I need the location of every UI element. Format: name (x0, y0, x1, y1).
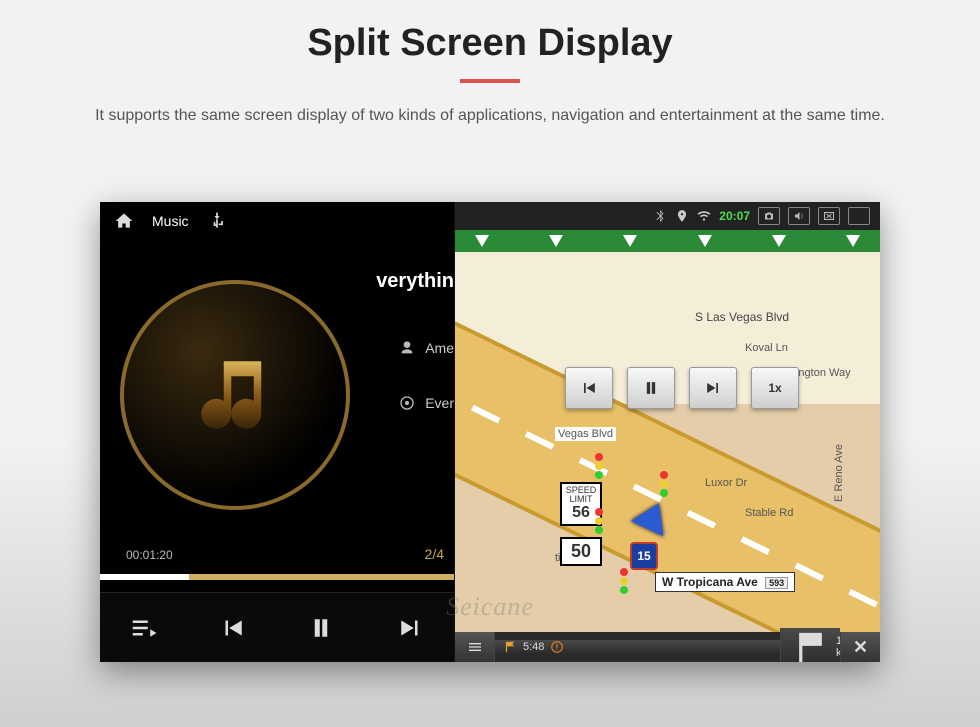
player-body: verythin Ame Ever 2/4 00:01:20 (100, 240, 454, 592)
disc-icon (399, 395, 415, 411)
next-button[interactable] (391, 609, 429, 647)
time-elapsed: 00:01:20 (126, 548, 173, 562)
current-speed-value: 50 (562, 541, 600, 562)
lane-arrow-icon (772, 235, 786, 247)
street-label: Stable Rd (745, 507, 793, 519)
exit-number: 593 (765, 577, 788, 589)
split-screen-button[interactable] (848, 207, 870, 225)
home-icon[interactable] (114, 211, 134, 231)
nav-bottom-bar: 5:48 1.1 km ✕ (455, 632, 880, 662)
screenshot-button[interactable] (758, 207, 780, 225)
traffic-light-icon (595, 452, 605, 480)
page-subtitle: It supports the same screen display of t… (60, 105, 920, 127)
album-label: Ever (425, 395, 454, 411)
clock-label: 20:07 (719, 209, 750, 223)
music-pane: Music verythin Ame Ever 2/4 00:01: (100, 202, 455, 662)
lane-arrow-icon (846, 235, 860, 247)
nav-eta: 5:48 (495, 640, 780, 654)
track-index: 2/4 (425, 546, 444, 562)
usb-icon (207, 211, 227, 231)
device-frame: Music verythin Ame Ever 2/4 00:01: (100, 202, 880, 662)
lane-guidance-bar (455, 230, 880, 252)
street-label: Vegas Blvd (555, 427, 616, 441)
map-canvas[interactable]: S Las Vegas Blvd Koval Ln Duke Ellington… (455, 252, 880, 632)
navigation-pane: 20:07 300 m 650 m (455, 202, 880, 662)
flag-icon (503, 640, 517, 654)
player-controls (100, 592, 454, 662)
track-title: verythin (376, 270, 454, 293)
music-note-icon (190, 350, 280, 440)
street-label: S Las Vegas Blvd (695, 310, 789, 324)
sim-next-button[interactable] (689, 367, 737, 409)
current-speed-sign: 50 (560, 537, 602, 566)
traffic-light-icon (620, 567, 630, 595)
playlist-button[interactable] (125, 609, 163, 647)
volume-button[interactable] (788, 207, 810, 225)
bluetooth-icon (653, 209, 667, 223)
progress-bar[interactable] (100, 574, 454, 580)
street-label-current: W Tropicana Ave 593 (655, 572, 795, 592)
lane-arrow-icon (698, 235, 712, 247)
location-icon (675, 209, 689, 223)
album-row: Ever (399, 395, 454, 411)
title-underline (460, 79, 520, 83)
street-label: E Reno Ave (833, 444, 845, 502)
nav-status-bar: 20:07 (455, 202, 880, 230)
street-label: Koval Ln (745, 342, 788, 354)
street-label: Luxor Dr (705, 477, 747, 489)
wifi-icon (697, 209, 711, 223)
nav-remaining-distance: 1.1 km (780, 628, 840, 663)
previous-button[interactable] (214, 609, 252, 647)
music-status-bar: Music (100, 202, 454, 240)
artist-row: Ame (399, 340, 454, 356)
person-icon (399, 340, 415, 356)
alert-icon (550, 640, 564, 654)
sim-pause-button[interactable] (627, 367, 675, 409)
album-art (120, 280, 350, 510)
lane-arrow-icon (549, 235, 563, 247)
flag-checkered-icon (791, 628, 830, 663)
music-status-label: Music (152, 213, 189, 229)
lane-arrow-icon (475, 235, 489, 247)
sim-speed-button[interactable]: 1x (751, 367, 799, 409)
sim-prev-button[interactable] (565, 367, 613, 409)
page-title: Split Screen Display (0, 22, 980, 65)
traffic-light-icon (660, 470, 670, 498)
nav-close-button[interactable]: ✕ (840, 632, 880, 662)
lane-arrow-icon (623, 235, 637, 247)
sim-playback-controls: 1x (565, 367, 799, 409)
close-app-button[interactable] (818, 207, 840, 225)
interstate-shield: 15 (630, 542, 658, 570)
traffic-light-icon (595, 507, 605, 535)
pause-button[interactable] (302, 609, 340, 647)
artist-label: Ame (425, 340, 454, 356)
nav-menu-button[interactable] (455, 632, 495, 662)
